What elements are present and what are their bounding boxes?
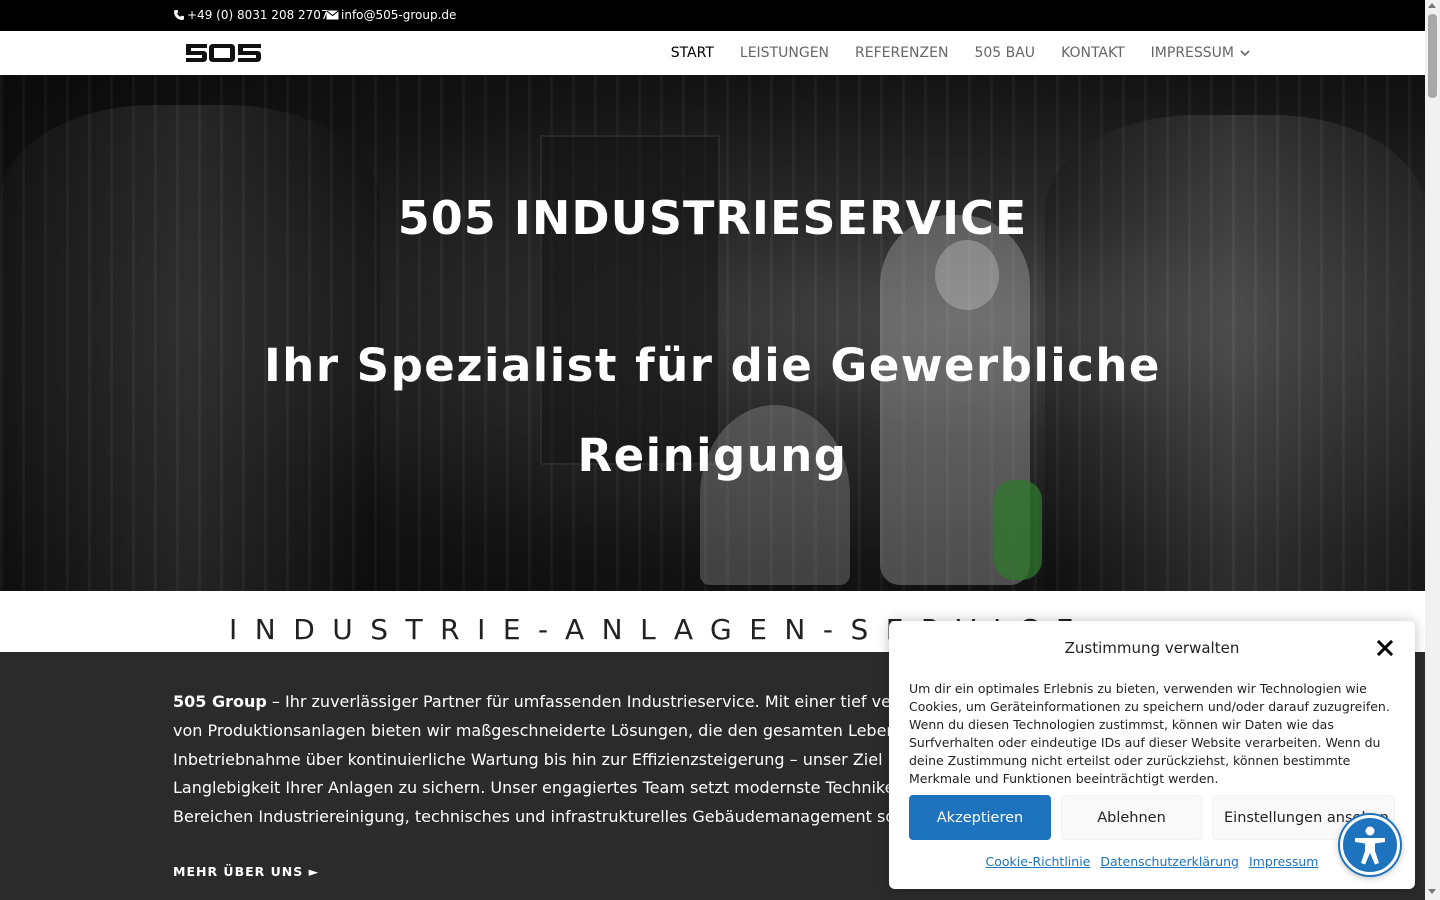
nav-item-leistungen[interactable]: LEISTUNGEN: [740, 45, 829, 61]
main-header: 505 START LEISTUNGEN REFERENZEN 505 BAU …: [0, 31, 1425, 75]
hero-subtitle: Ihr Spezialist für die Gewerbliche Reini…: [264, 339, 1161, 482]
top-bar: +49 (0) 8031 208 2707 info@505-group.de: [0, 0, 1425, 31]
cookie-policy-link[interactable]: Cookie-Richtlinie: [986, 854, 1091, 869]
main-nav: START LEISTUNGEN REFERENZEN 505 BAU KONT…: [671, 31, 1250, 75]
scroll-down-arrow[interactable]: [1428, 889, 1436, 894]
hero-section: 505 INDUSTRIESERVICE Ihr Spezialist für …: [0, 75, 1425, 591]
deny-button[interactable]: Ablehnen: [1061, 795, 1202, 840]
page-scrollbar[interactable]: [1425, 0, 1440, 900]
privacy-policy-link[interactable]: Datenschutzerklärung: [1100, 854, 1239, 869]
hero-title: 505 INDUSTRIESERVICE: [397, 191, 1028, 245]
modal-links: Cookie-Richtlinie Datenschutzerklärung I…: [889, 854, 1415, 869]
nav-label: REFERENZEN: [855, 45, 949, 61]
chevron-down-icon: [1240, 49, 1250, 56]
nav-label: 505 BAU: [974, 45, 1036, 61]
modal-title: Zustimmung verwalten: [1064, 639, 1240, 657]
email-address: info@505-group.de: [341, 8, 457, 22]
cookie-consent-modal: Zustimmung verwalten Um dir ein optimale…: [889, 621, 1415, 889]
about-brand: 505 Group: [173, 692, 267, 711]
mail-icon: [326, 10, 339, 20]
topbar-phone[interactable]: +49 (0) 8031 208 2707: [173, 8, 329, 22]
more-about-us-link[interactable]: MEHR ÜBER UNS ►: [173, 864, 319, 879]
hero-background-worker-head: [935, 240, 999, 310]
nav-label: KONTAKT: [1061, 45, 1125, 61]
scroll-up-arrow[interactable]: [1428, 3, 1436, 8]
close-icon[interactable]: [1376, 639, 1394, 657]
imprint-link[interactable]: Impressum: [1249, 854, 1318, 869]
logo[interactable]: 505: [185, 41, 263, 65]
nav-item-505-bau[interactable]: 505 BAU: [974, 45, 1035, 61]
nav-item-impressum[interactable]: IMPRESSUM: [1151, 45, 1250, 61]
modal-text: Um dir ein optimales Erlebnis zu bieten,…: [909, 681, 1390, 786]
nav-label: START: [670, 45, 714, 61]
phone-number: +49 (0) 8031 208 2707: [187, 8, 329, 22]
topbar-email[interactable]: info@505-group.de: [326, 8, 456, 22]
nav-item-start[interactable]: START: [671, 45, 714, 61]
accessibility-button[interactable]: [1340, 815, 1400, 875]
accessibility-icon: [1355, 826, 1385, 865]
scrollbar-thumb[interactable]: [1428, 14, 1437, 98]
nav-item-referenzen[interactable]: REFERENZEN: [855, 45, 948, 61]
phone-icon: [174, 10, 184, 20]
accept-button[interactable]: Akzeptieren: [909, 795, 1051, 840]
nav-label: IMPRESSUM: [1150, 45, 1234, 61]
nav-label: LEISTUNGEN: [739, 45, 830, 61]
nav-item-kontakt[interactable]: KONTAKT: [1061, 45, 1125, 61]
